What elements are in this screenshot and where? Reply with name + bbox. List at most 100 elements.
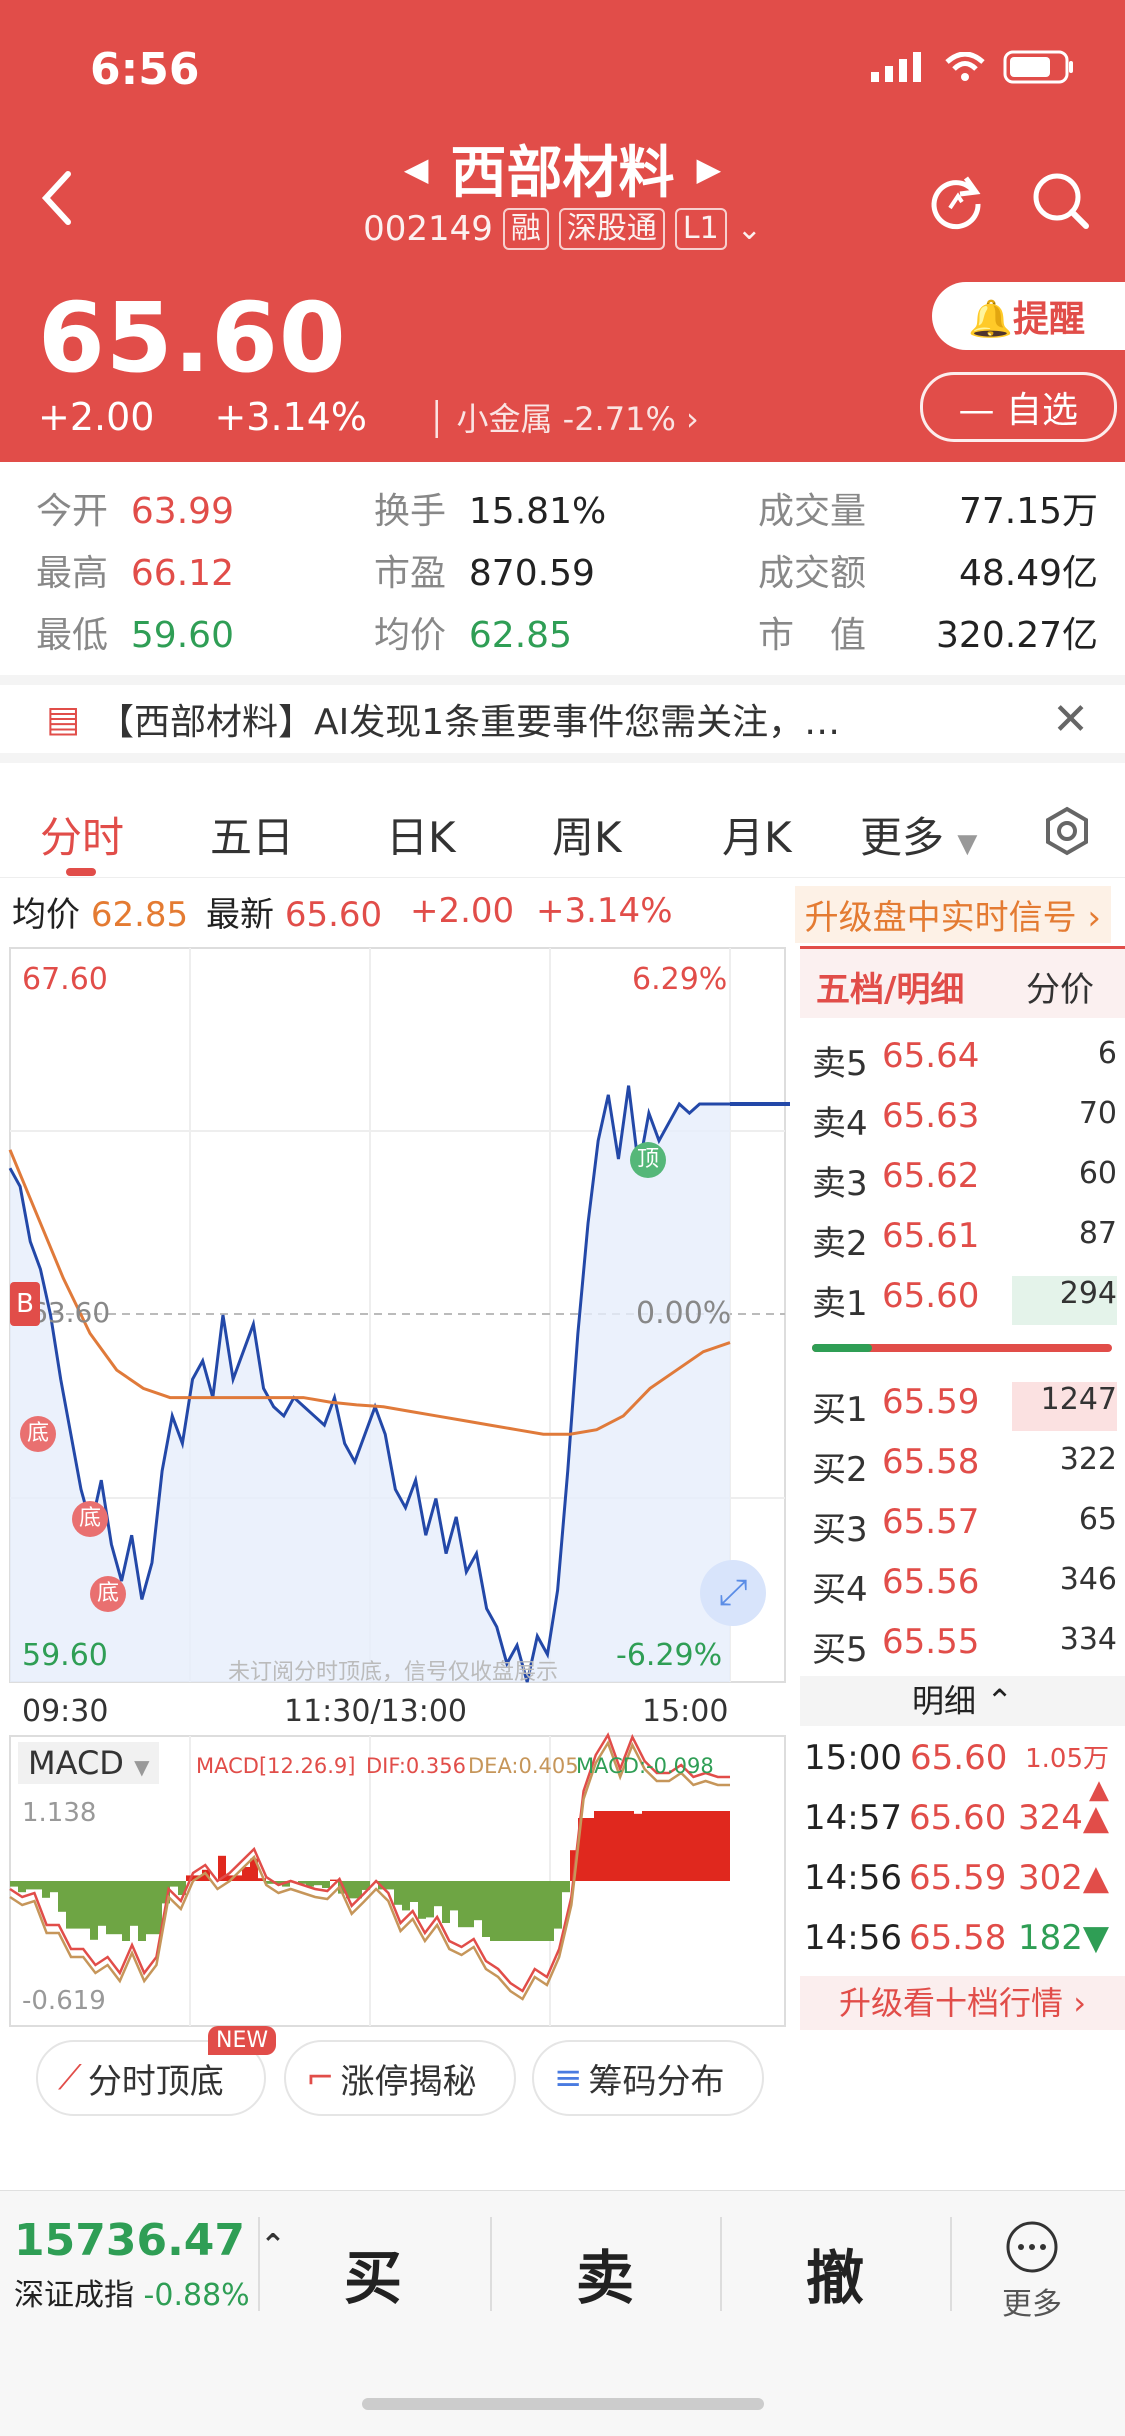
y-low-label: 59.60 <box>22 1638 108 1673</box>
bottom-marker: 底 <box>20 1416 56 1452</box>
macd-bar <box>522 1881 530 1941</box>
macd-bar <box>562 1881 570 1893</box>
index-ticker[interactable]: 15736.47 ⌃ 深证成指 -0.88% <box>14 2215 286 2314</box>
macd-bar <box>434 1881 442 1907</box>
wifi-icon <box>945 52 985 81</box>
macd-bar <box>74 1881 82 1929</box>
upgrade-level2-link[interactable]: 升级看十档行情 › <box>800 1976 1125 2030</box>
sell-button[interactable]: 卖 <box>576 2231 634 2315</box>
buy-button[interactable]: 买 <box>344 2231 402 2315</box>
macd-bar <box>722 1811 730 1881</box>
macd-bar <box>18 1881 26 1893</box>
dif-value: DIF:0.356 <box>366 1754 467 1778</box>
macd-bar <box>26 1881 34 1890</box>
bid-row: 买4 65.56 346 <box>812 1562 1117 1610</box>
tick-row: 15:00 65.60 1.05万▲ <box>804 1738 1109 1805</box>
bottom-marker: 底 <box>90 1576 126 1612</box>
macd-bar <box>90 1881 98 1940</box>
macd-bar <box>650 1811 658 1881</box>
bid-row: 买5 65.55 334 <box>812 1622 1117 1670</box>
trend-icon: ⌐ <box>306 2058 335 2098</box>
tab-more[interactable]: 更多 ▼ <box>860 804 977 865</box>
tab-intraday[interactable]: 分时 <box>40 804 124 865</box>
document-icon: ▤ <box>46 698 81 740</box>
tab-weekly-k[interactable]: 周K <box>552 804 622 865</box>
macd-bar <box>514 1881 522 1941</box>
tab-price-volume[interactable]: 分价 <box>1026 962 1094 1011</box>
chip-distribution-chip[interactable]: ≡ 筹码分布 <box>532 2040 764 2116</box>
macd-bar <box>658 1811 666 1881</box>
macd-bar <box>474 1881 482 1921</box>
tab-monthly-k[interactable]: 月K <box>722 804 792 865</box>
connect-tag: 深股通 <box>558 208 665 250</box>
level-tag[interactable]: L1 <box>674 208 727 250</box>
macd-bar <box>170 1881 178 1887</box>
notice-text: 【西部材料】AI发现1条重要事件您需关注，… <box>98 702 841 743</box>
macd-bar <box>594 1811 602 1881</box>
pct-high-label: 6.29% <box>632 962 728 997</box>
fullscreen-icon[interactable]: ⤢ <box>700 1560 766 1626</box>
battery-icon <box>1003 50 1073 84</box>
macd-bar <box>586 1818 594 1881</box>
indicator-selector[interactable]: MACD ▼ <box>18 1742 160 1784</box>
chevron-down-icon[interactable]: ⌄ <box>737 212 762 247</box>
search-icon[interactable] <box>1030 170 1090 230</box>
more-button[interactable]: 更多 <box>1002 2219 1062 2323</box>
macd-bar <box>450 1881 458 1911</box>
close-icon[interactable]: ✕ <box>1052 694 1089 745</box>
ask-row: 卖5 65.64 6 <box>812 1036 1117 1084</box>
stock-name: 西部材料 <box>450 141 675 206</box>
macd-bar <box>122 1881 130 1941</box>
status-time: 6:56 <box>90 44 200 95</box>
macd-bar <box>490 1881 498 1941</box>
tick-row: 14:57 65.60 324▲ <box>804 1798 1109 1838</box>
macd-bar <box>10 1881 18 1887</box>
tab-daily-k[interactable]: 日K <box>386 804 456 865</box>
tab-order-book[interactable]: 五档/明细 <box>816 962 964 1011</box>
macd-params: MACD[12.26.9] <box>196 1754 356 1778</box>
header: 6:56 ◀ 西部材料 ▶ 002149 融 深股通 L1 ⌄ 65.60 +2… <box>0 0 1125 462</box>
macd-bar <box>386 1881 394 1890</box>
macd-bar <box>42 1881 50 1898</box>
limit-up-chip[interactable]: ⌐ 涨停揭秘 <box>284 2040 516 2116</box>
ask-row: 卖3 65.62 60 <box>812 1156 1117 1204</box>
tick-row: 14:56 65.58 182▼ <box>804 1918 1109 1958</box>
new-badge: NEW <box>208 2026 277 2055</box>
price-change-pct: +3.14% <box>214 395 368 439</box>
macd-bar <box>98 1881 106 1926</box>
prev-stock-icon[interactable]: ◀ <box>404 150 429 188</box>
buy-marker: B <box>10 1282 40 1326</box>
macd-bar <box>498 1881 506 1941</box>
detail-header[interactable]: 明细 ⌃ <box>800 1676 1125 1726</box>
watchlist-button[interactable]: — 自选 <box>919 372 1117 442</box>
macd-max-label: 1.138 <box>22 1798 97 1828</box>
macd-bar <box>714 1811 722 1881</box>
refresh-icon[interactable] <box>926 170 986 230</box>
signal-icon <box>871 52 921 82</box>
ai-notice-banner[interactable]: ▤ 【西部材料】AI发现1条重要事件您需关注，… ✕ <box>0 675 1125 763</box>
stock-title: ◀ 西部材料 ▶ <box>404 128 721 209</box>
cancel-order-button[interactable]: 撤 <box>806 2231 864 2315</box>
bid-ask-ratio-bar <box>812 1344 1112 1352</box>
pct-low-label: -6.29% <box>616 1638 723 1673</box>
tab-five-day[interactable]: 五日 <box>210 804 294 865</box>
macd-bar <box>442 1881 450 1923</box>
bars-icon: ≡ <box>554 2058 583 2098</box>
intraday-chart[interactable]: 67.60 59.60 63.60 6.29% 0.00% -6.29% 未订阅… <box>0 946 795 2030</box>
more-icon <box>1006 2221 1058 2273</box>
x-label-close: 15:00 <box>642 1694 729 1729</box>
sector-link[interactable]: │ 小金属 -2.71% › <box>427 394 699 440</box>
settings-icon[interactable] <box>1042 806 1092 856</box>
bid-row: 买2 65.58 322 <box>812 1442 1117 1490</box>
macd-bar <box>626 1811 634 1881</box>
upgrade-signal-link[interactable]: 升级盘中实时信号 › <box>794 886 1111 943</box>
macd-bar <box>410 1881 418 1902</box>
current-price: 65.60 <box>38 282 347 394</box>
macd-bar <box>674 1811 682 1881</box>
price-info-bar: 均价 62.85 最新 65.60 +2.00 +3.14% 升级盘中实时信号 … <box>0 880 1125 943</box>
remind-button[interactable]: 🔔提醒 <box>932 282 1125 350</box>
next-stock-icon[interactable]: ▶ <box>697 150 722 188</box>
macd-bar <box>66 1881 74 1929</box>
price-change: +2.00 <box>38 395 155 439</box>
tick-row: 14:56 65.59 302▲ <box>804 1858 1109 1898</box>
